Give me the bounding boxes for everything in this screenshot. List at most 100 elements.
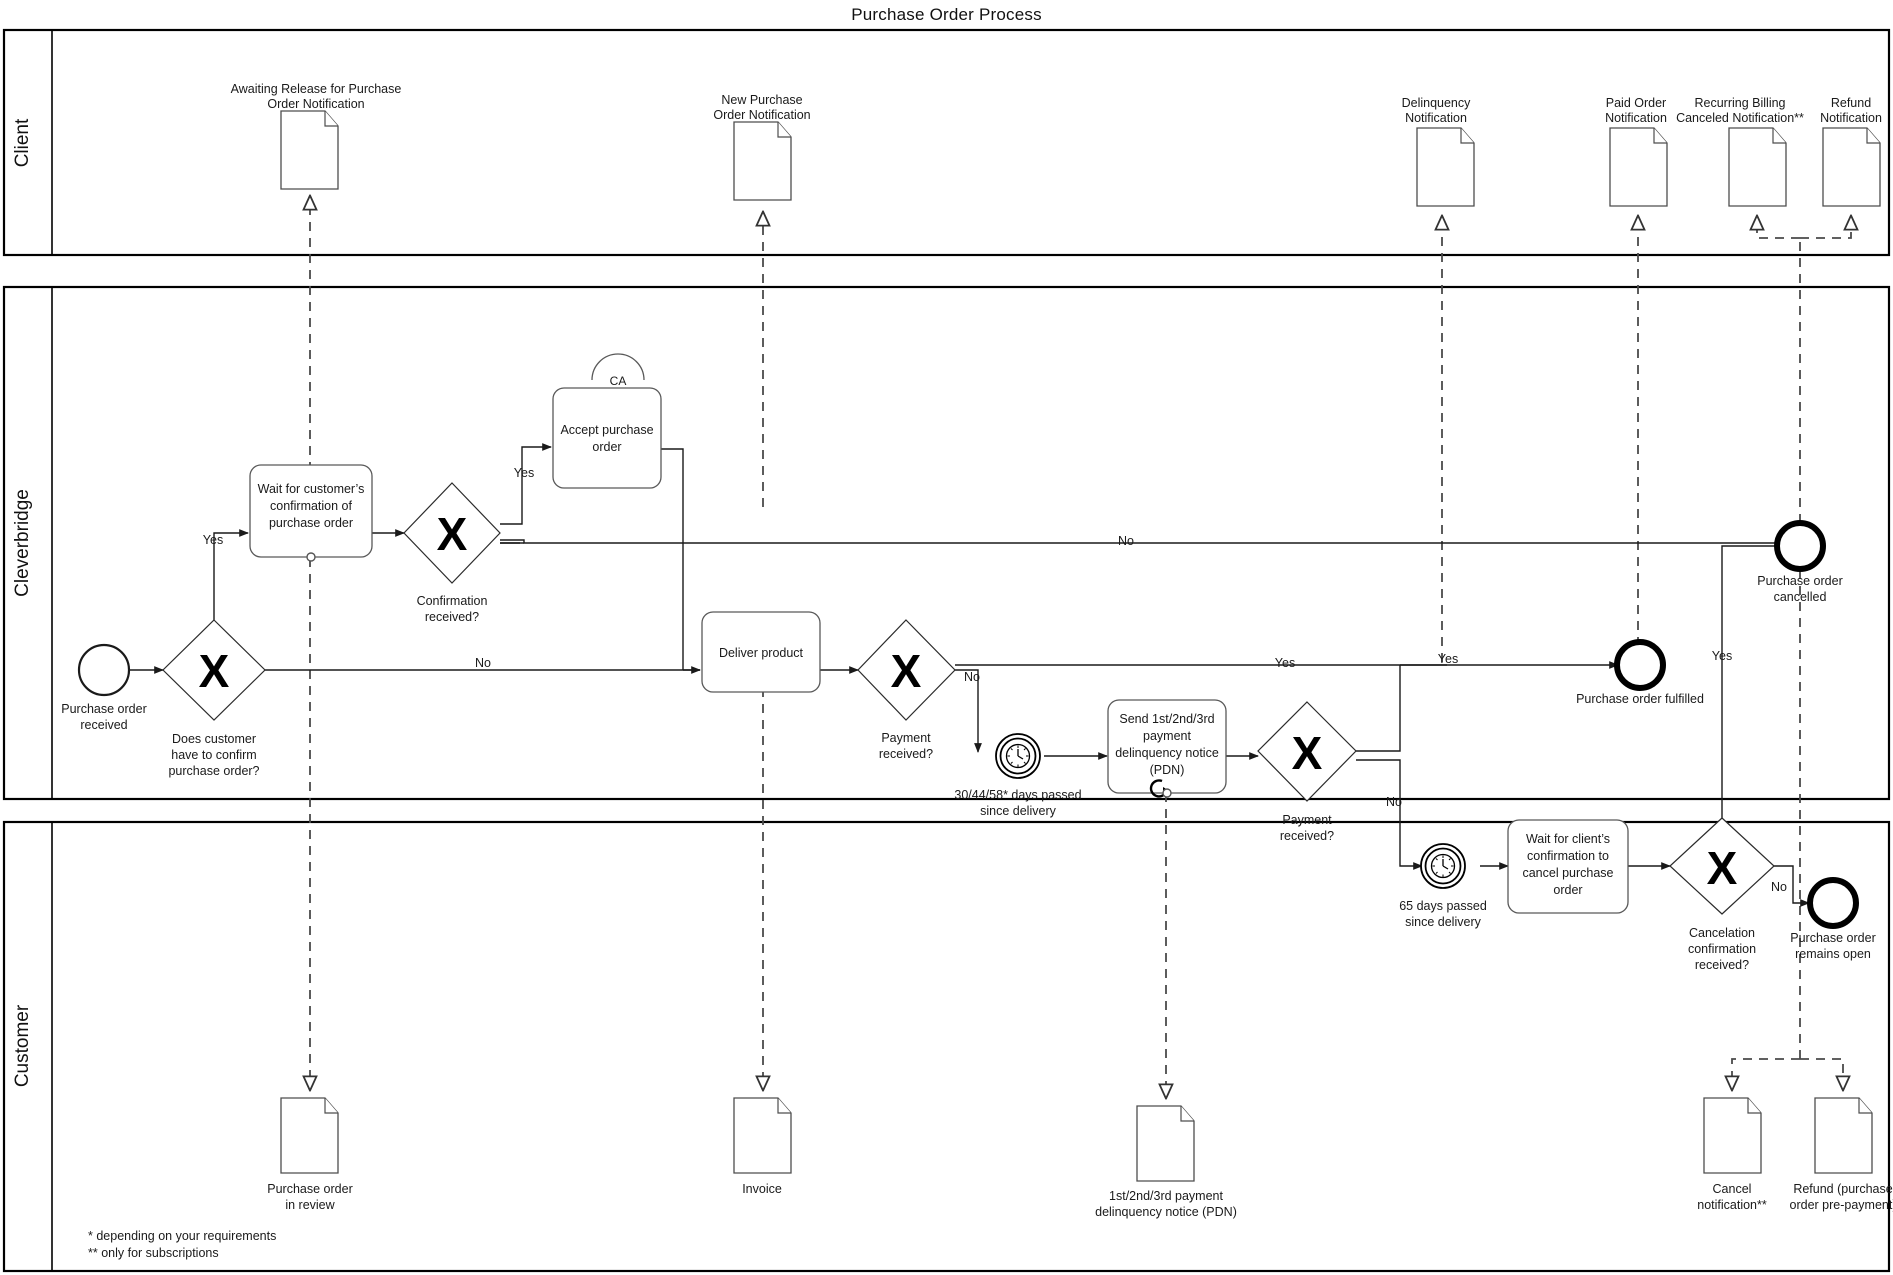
task-line3: purchase order — [269, 516, 353, 530]
task-line3: delinquency notice — [1115, 746, 1219, 760]
event-timer-65-days: 65 days passed since delivery — [1399, 843, 1487, 929]
flow-label-gateway5-yes: Yes — [1712, 649, 1732, 663]
artifact-label-line1: New Purchase — [721, 93, 802, 107]
msgflow-to-recurring-billing-canceled-notification — [1757, 216, 1800, 239]
artifact-label-line2: Canceled Notification** — [1676, 111, 1804, 125]
flow-label-gateway1-no: No — [475, 656, 491, 670]
artifact-label-line1: Refund (purchase — [1793, 1182, 1892, 1196]
gateway-cancelation-confirmation-received: X Cancelation confirmation received? — [1669, 817, 1775, 972]
gateway-does-customer-confirm: X Does customer have to confirm purchase… — [162, 619, 266, 778]
event-label-line1: Purchase order — [1757, 574, 1842, 588]
event-label-line2: since delivery — [980, 804, 1056, 818]
event-end-purchase-order-remains-open: Purchase order remains open — [1790, 877, 1876, 961]
gateway-label-line2: received? — [879, 747, 933, 761]
event-timer-30-44-58-days: 30/44/58* days passed since delivery — [954, 733, 1082, 818]
task-send-pdn: Send 1st/2nd/3rd payment delinquency not… — [1107, 699, 1227, 798]
event-label-line2: received — [80, 718, 127, 732]
flow-label-gateway4-no: No — [1386, 795, 1402, 809]
artifact-label-line2: order pre-payment) — [1790, 1198, 1893, 1212]
artifact-label-line1: Delinquency — [1402, 96, 1472, 110]
task-line2: confirmation to — [1527, 849, 1609, 863]
event-start-purchase-order-received: Purchase order received — [61, 643, 147, 732]
event-label-line1: Purchase order fulfilled — [1576, 692, 1704, 706]
artifact-payment-delinquency-notice: 1st/2nd/3rd payment delinquency notice (… — [1095, 1105, 1237, 1219]
artifact-label-line1: Cancel — [1713, 1182, 1752, 1196]
gateway-symbol: X — [437, 508, 468, 560]
artifact-label-line1: Paid Order — [1606, 96, 1666, 110]
task-line4: (PDN) — [1150, 763, 1185, 777]
artifact-label-line2: in review — [285, 1198, 335, 1212]
flow-label-gateway3-yes: Yes — [1275, 656, 1295, 670]
artifact-refund-purchase-order-prepayment: Refund (purchase order pre-payment) — [1790, 1097, 1893, 1212]
gateway-label-line2: received? — [1280, 829, 1334, 843]
task-line1: Wait for customer’s — [258, 482, 365, 496]
artifact-label-line1: Invoice — [742, 1182, 782, 1196]
artifact-label-line1: Awaiting Release for Purchase — [231, 82, 402, 96]
event-label-line2: cancelled — [1774, 590, 1827, 604]
task-line1: Send 1st/2nd/3rd — [1119, 712, 1214, 726]
flow-label-gateway1-yes: Yes — [203, 533, 223, 547]
artifact-label-line2: Order Notification — [713, 108, 810, 122]
flow-label-gateway3-no: No — [964, 670, 980, 684]
flow-gateway2-no-long — [500, 539, 1786, 544]
gateway-label-line1: Cancelation — [1689, 926, 1755, 940]
artifact-label-line1: Recurring Billing — [1694, 96, 1785, 110]
msgflow-to-cancel-notification — [1732, 1058, 1800, 1090]
task-wait-client-cancel-confirmation: Wait for client’s confirmation to cancel… — [1507, 819, 1629, 914]
gateway-label-line1: Confirmation — [417, 594, 488, 608]
footnote-2: ** only for subscriptions — [88, 1246, 219, 1260]
gateway-label-line3: received? — [1695, 958, 1749, 972]
task-label-deliver-product: Deliver product — [719, 646, 804, 660]
event-label-line2: since delivery — [1405, 915, 1481, 929]
task-line2: order — [592, 440, 621, 454]
event-label-line1: Purchase order — [61, 702, 146, 716]
artifact-label-line1: Refund — [1831, 96, 1871, 110]
task-line2: confirmation of — [270, 499, 353, 513]
artifact-label-line2: delinquency notice (PDN) — [1095, 1205, 1237, 1219]
flow-label-gateway5-no: No — [1771, 880, 1787, 894]
task-line4: order — [1553, 883, 1582, 897]
gateway-symbol: X — [199, 645, 230, 697]
subprocess-ca-label: CA — [610, 374, 627, 388]
task-line1: Accept purchase — [560, 423, 653, 437]
task-wait-customer-confirmation: Wait for customer’s confirmation of purc… — [249, 464, 373, 562]
boundary-event-marker — [306, 552, 316, 562]
artifact-label-line2: Notification — [1820, 111, 1882, 125]
gateway-label-line2: confirmation — [1688, 942, 1756, 956]
footnote-1: * depending on your requirements — [88, 1229, 276, 1243]
bpmn-canvas: Client Cleverbridge Customer Awaiting Re… — [2, 28, 1893, 1273]
artifact-refund-notification: Refund Notification — [1820, 96, 1882, 207]
artifact-label-line1: Purchase order — [267, 1182, 352, 1196]
gateway-symbol: X — [1707, 842, 1738, 894]
task-line2: payment — [1143, 729, 1191, 743]
event-label-line2: remains open — [1795, 947, 1871, 961]
flow-accept-down — [661, 448, 684, 670]
gateway-label-line3: purchase order? — [168, 764, 259, 778]
boundary-event-marker — [1162, 788, 1172, 798]
footnotes: * depending on your requirements ** only… — [88, 1229, 276, 1260]
task-deliver-product: Deliver product Deliver product — [701, 611, 821, 693]
gateway-label-line1: Does customer — [172, 732, 256, 746]
msgflow-to-refund-notification — [1800, 216, 1851, 239]
artifact-invoice: Invoice — [733, 1097, 792, 1196]
event-label-line1: 30/44/58* days passed — [954, 788, 1081, 802]
flow-label-gateway4-yes: Yes — [1438, 652, 1458, 666]
artifact-label-line2: notification** — [1697, 1198, 1767, 1212]
flow-gateway4-yes-up — [1356, 665, 1401, 752]
task-accept-purchase-order: CA Accept purchase order — [552, 353, 662, 489]
lane-label-customer: Customer — [12, 1004, 33, 1087]
gateway-label-line1: Payment — [881, 731, 931, 745]
flow-label-gateway2-yes: Yes — [514, 466, 534, 480]
artifact-purchase-order-in-review: Purchase order in review — [267, 1097, 353, 1212]
artifact-label-line2: Order Notification — [267, 97, 364, 111]
msgflow-to-refund-prepayment — [1800, 1058, 1843, 1090]
lane-label-client: Client — [12, 118, 33, 167]
task-line1: Wait for client’s — [1526, 832, 1610, 846]
lane-label-cleverbridge: Cleverbridge — [12, 489, 33, 597]
artifact-recurring-billing-canceled-notification: Recurring Billing Canceled Notification*… — [1676, 96, 1804, 207]
artifact-label-line2: Notification — [1405, 111, 1467, 125]
event-label-line1: 65 days passed — [1399, 899, 1487, 913]
bpmn-diagram-page: Purchase Order Process Client Cleverbrid… — [0, 0, 1893, 1275]
artifact-label-line1: 1st/2nd/3rd payment — [1109, 1189, 1223, 1203]
artifact-new-purchase-order-notification: New Purchase Order Notification — [713, 93, 811, 201]
